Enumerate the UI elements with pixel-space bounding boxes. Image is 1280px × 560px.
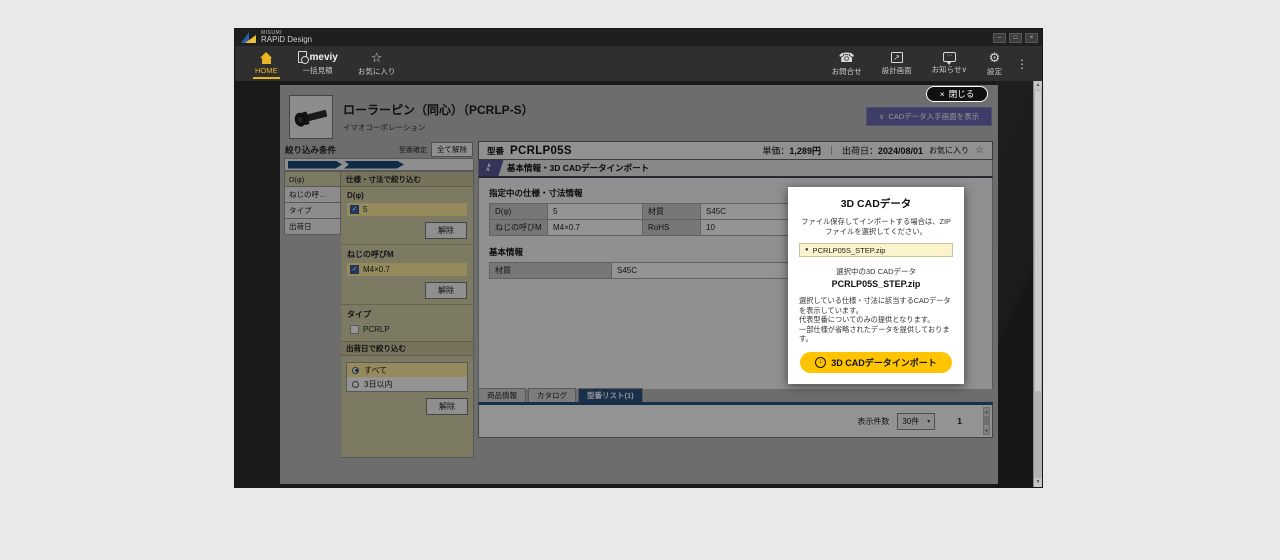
nav-design-screen[interactable]: ↗ 設計画面 [872, 46, 922, 81]
nav-settings[interactable]: ⚙ 設定 [977, 46, 1012, 81]
external-link-icon: ↗ [891, 52, 903, 63]
favorites-label: お気に入り [358, 66, 396, 77]
app-body: ローラーピン（同心）（PCRLP-S） イマオコーポレーション ∨ CADデータ… [235, 81, 1042, 487]
scroll-up-icon[interactable]: ▲ [1034, 81, 1042, 90]
selected-cad-file: PCRLP05S_STEP.zip [799, 279, 953, 289]
cad-data-modal: 3D CADデータ ファイル保存してインポートする場合は、ZIP ファイルを選択… [788, 187, 964, 384]
nav-favorites[interactable]: ☆ お気に入り [348, 46, 406, 81]
toolbar: HOME meviy 一括見積 ☆ お気に入り ☎ お問合せ [235, 46, 1042, 81]
misumi-logo-icon [241, 32, 256, 43]
window-controls: – □ × [993, 33, 1038, 43]
download-icon: ↓ [815, 357, 826, 368]
news-label: お知らせ∨ [932, 64, 967, 75]
titlebar: MISUMI RAPiD Design – □ × [235, 29, 1042, 46]
nav-news[interactable]: ⋯ お知らせ∨ [922, 46, 977, 81]
minimize-button[interactable]: – [993, 33, 1006, 43]
scroll-down-icon[interactable]: ▼ [1034, 478, 1042, 487]
design-screen-label: 設計画面 [882, 65, 912, 76]
toolbar-right: ☎ お問合せ ↗ 設計画面 ⋯ お知らせ∨ ⚙ 設定 ⋮ [822, 46, 1032, 81]
more-menu-button[interactable]: ⋮ [1012, 46, 1032, 81]
contact-label: お問合せ [832, 66, 862, 77]
phone-icon: ☎ [839, 51, 855, 64]
meviy-brand-label: meviy [310, 52, 338, 63]
bullet-icon: ● [805, 247, 809, 253]
home-label: HOME [255, 66, 278, 75]
desktop-background: MISUMI RAPiD Design – □ × HOME meviy [0, 0, 1280, 560]
home-icon [260, 52, 273, 64]
nav-contact[interactable]: ☎ お問合せ [822, 46, 872, 81]
modal-description: ファイル保存してインポートする場合は、ZIP ファイルを選択してください。 [799, 217, 953, 237]
star-icon: ☆ [371, 51, 383, 64]
selected-cad-label: 選択中の3D CADデータ [799, 266, 953, 277]
modal-note: 選択している仕様・寸法に該当するCADデータを表示しています。 代表型番について… [799, 296, 953, 344]
home-active-underline [253, 77, 280, 79]
close-icon: × [940, 89, 945, 99]
nav-meviy-quote[interactable]: meviy 一括見積 [288, 46, 348, 81]
cad-file-name: PCRLP05S_STEP.zip [813, 246, 886, 255]
app-window: MISUMI RAPiD Design – □ × HOME meviy [234, 28, 1043, 488]
document-icon [298, 51, 307, 63]
meviy-quote-label: 一括見積 [303, 65, 333, 76]
speech-bubble-icon: ⋯ [943, 52, 956, 62]
window-scrollbar[interactable]: ▲ ▼ [1033, 81, 1042, 487]
scrollbar-thumb[interactable] [1035, 91, 1041, 391]
close-window-button[interactable]: × [1025, 33, 1038, 43]
brand: MISUMI RAPiD Design [261, 31, 312, 44]
gear-icon: ⚙ [989, 51, 1001, 64]
nav-home[interactable]: HOME [245, 46, 288, 81]
maximize-button[interactable]: □ [1009, 33, 1022, 43]
modal-title: 3D CADデータ [799, 196, 953, 211]
brand-rapid-design: RAPiD Design [261, 36, 312, 44]
cad-file-item[interactable]: ● PCRLP05S_STEP.zip [799, 243, 953, 257]
settings-label: 設定 [987, 66, 1002, 77]
cad-import-button[interactable]: ↓ 3D CADデータインポート [800, 352, 952, 373]
close-detail-button[interactable]: × 閉じる [926, 86, 988, 102]
